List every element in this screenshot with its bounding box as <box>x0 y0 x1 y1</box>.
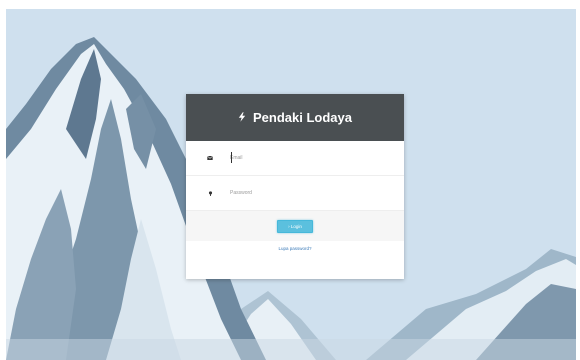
card-footer: Lupa password? <box>186 241 404 255</box>
text-caret <box>231 152 232 163</box>
password-row <box>186 176 404 211</box>
background-viewport: Pendaki Lodaya › Login <box>6 9 576 360</box>
email-field[interactable] <box>230 151 380 165</box>
envelope-icon <box>198 156 222 160</box>
login-card: Pendaki Lodaya › Login <box>186 94 404 279</box>
login-button[interactable]: › Login <box>277 219 313 233</box>
key-icon <box>198 190 222 196</box>
lightning-bolt-icon <box>238 111 248 124</box>
forgot-password-link[interactable]: Lupa password? <box>278 246 311 251</box>
password-field[interactable] <box>230 186 380 200</box>
card-header: Pendaki Lodaya <box>186 94 404 141</box>
app-title: Pendaki Lodaya <box>253 110 352 125</box>
form-actions: › Login <box>186 211 404 241</box>
email-row <box>186 141 404 176</box>
